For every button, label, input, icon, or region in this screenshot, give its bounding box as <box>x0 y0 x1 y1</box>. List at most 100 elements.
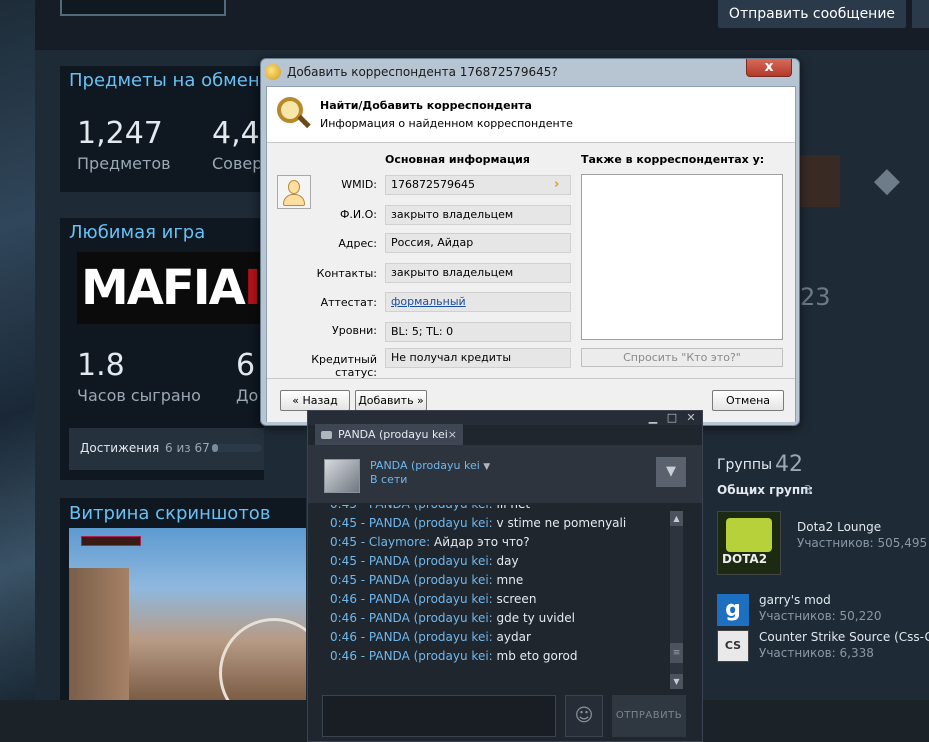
credit-status-label: Кредитный статус: <box>311 353 377 379</box>
chat-message: 0:46 - PANDA (prodayu kei: gde ty uvidel <box>330 611 575 625</box>
magnifier-person-icon <box>277 97 311 133</box>
wmid-label: WMID: <box>341 178 377 191</box>
common-groups-label: Общих групп: <box>717 483 814 497</box>
game-banner-text: MAFIA <box>81 260 246 316</box>
levels-field: BL: 5; TL: 0 <box>385 322 571 342</box>
friend-name[interactable]: PANDA (prodayu kei ▼ <box>370 459 490 472</box>
game-second-label: До <box>236 386 259 405</box>
chat-message-input[interactable] <box>322 695 556 737</box>
chat-tab[interactable]: PANDA (prodayu kei × <box>315 424 463 445</box>
dialog-body: Найти/Добавить корреспондента Информация… <box>266 86 796 422</box>
back-button[interactable]: « Назад <box>280 390 350 411</box>
group-members-dota2: Участников: 505,495 <box>797 536 928 550</box>
chat-message-sender: 0:45 - PANDA (prodayu kei: <box>330 516 493 530</box>
second-label: Совер <box>212 154 263 173</box>
group-logo-gmod[interactable]: g <box>717 594 749 626</box>
maximize-icon[interactable]: □ <box>665 411 679 425</box>
cancel-button[interactable]: Отмена <box>712 390 784 411</box>
friend-name-text: PANDA (prodayu kei <box>370 459 480 472</box>
group-members-gmod: Участников: 50,220 <box>759 609 882 623</box>
chat-message-sender: 0:45 - PANDA (prodayu kei: <box>330 505 493 511</box>
ask-who-is-this-button[interactable]: Спросить "Кто это?" <box>581 348 783 367</box>
groups-title[interactable]: Группы <box>717 457 772 473</box>
fio-field: закрыто владельцем <box>385 205 571 225</box>
favorite-game-title: Любимая игра <box>69 222 206 243</box>
main-info-heading: Основная информация <box>385 153 530 166</box>
webmoney-icon <box>265 64 281 80</box>
chat-message: 0:46 - PANDA (prodayu kei: aydar <box>330 630 531 644</box>
hours-label: Часов сыграно <box>77 386 201 405</box>
scroll-up-icon[interactable]: ▲ <box>670 511 683 526</box>
attestat-link[interactable]: формальный <box>391 295 466 308</box>
friend-avatar[interactable] <box>324 459 360 493</box>
chat-message: 0:45 - PANDA (prodayu kei: mne <box>330 573 523 587</box>
emoticon-icon[interactable]: ☺ <box>565 695 603 737</box>
trade-items-title[interactable]: Предметы на обмен <box>69 70 260 91</box>
add-correspondent-dialog: Добавить корреспондента 176872579645? x … <box>260 58 800 426</box>
chat-message-text: v stime ne pomenyali <box>496 516 627 530</box>
add-button[interactable]: Добавить » <box>355 390 427 411</box>
wmid-field[interactable]: 176872579645 › <box>385 175 571 195</box>
chat-message-sender: 0:45 - PANDA (prodayu kei: <box>330 554 493 568</box>
chat-message-sender: 0:46 - PANDA (prodayu kei: <box>330 611 493 625</box>
emblem-icon[interactable]: ◆ <box>862 160 912 200</box>
scroll-down-icon[interactable]: ▼ <box>670 674 683 689</box>
screenshot-image[interactable] <box>69 528 306 700</box>
chat-message-text: day <box>496 554 519 568</box>
chat-scrollbar[interactable]: ▲ ≡ ▼ <box>670 511 683 689</box>
minimize-icon[interactable]: ▁ <box>646 411 660 425</box>
chat-message-log[interactable]: 0:45 - PANDA (prodayu kei: ili net0:45 -… <box>322 505 666 691</box>
friend-menu-chevron-down-icon[interactable]: ▼ <box>483 462 490 472</box>
common-groups-count: 3 <box>804 483 812 497</box>
chat-message-text: gde ty uvidel <box>496 611 575 625</box>
chat-message: 0:45 - Claymore: Айдар это что? <box>330 535 530 549</box>
profile-avatar[interactable] <box>60 0 226 16</box>
also-in-contacts-list[interactable] <box>581 174 783 340</box>
group-logo-dota2[interactable]: DOTA2 <box>717 511 781 575</box>
group-name-dota2[interactable]: Dota2 Lounge <box>797 520 881 534</box>
chat-message-text: screen <box>496 592 537 606</box>
groups-count: 42 <box>775 452 803 477</box>
game-banner[interactable]: MAFIAII <box>77 252 263 324</box>
chat-message: 0:45 - PANDA (prodayu kei: v stime ne po… <box>330 516 626 530</box>
screenshot-building <box>69 568 129 700</box>
dota2-shield-icon <box>726 518 772 552</box>
also-in-contacts-heading: Также в корреспондентах у: <box>581 153 765 166</box>
send-button[interactable]: ОТПРАВИТЬ <box>612 695 686 737</box>
chat-tab-label: PANDA (prodayu kei <box>338 428 448 441</box>
arrow-right-icon[interactable]: › <box>554 178 566 192</box>
chat-options-chevron-down-icon[interactable]: ▼ <box>656 457 686 487</box>
dialog-titlebar[interactable]: Добавить корреспондента 176872579645? x <box>261 59 799 85</box>
attestat-field: формальный <box>385 292 571 312</box>
items-label: Предметов <box>77 154 171 173</box>
badge-icon[interactable] <box>798 155 840 207</box>
chat-message-text: mb eto gorod <box>496 649 578 663</box>
chat-message-sender: 0:46 - PANDA (prodayu kei: <box>330 592 493 606</box>
chat-message-sender: 0:46 - PANDA (prodayu kei: <box>330 649 493 663</box>
game-second-count: 6 <box>236 348 256 383</box>
achievements-progress-fill <box>212 444 218 452</box>
group-logo-css[interactable]: CS <box>717 630 749 662</box>
scroll-thumb[interactable]: ≡ <box>670 643 683 663</box>
chat-tab-close-icon[interactable]: × <box>448 424 457 445</box>
chat-message-sender: 0:45 - PANDA (prodayu kei: <box>330 573 493 587</box>
group-name-gmod[interactable]: garry's mod <box>759 593 831 607</box>
send-message-button[interactable]: Отправить сообщение <box>718 0 906 28</box>
chat-titlebar[interactable]: ▁ □ ✕ <box>308 411 702 425</box>
address-field: Россия, Айдар <box>385 233 571 253</box>
wmid-value: 176872579645 <box>391 178 475 191</box>
hours-count: 1.8 <box>77 348 125 383</box>
dota2-logo-text: DOTA2 <box>722 552 768 566</box>
screenshots-title: Витрина скриншотов <box>69 503 271 524</box>
levels-label: Уровни: <box>332 324 377 337</box>
close-icon[interactable]: ✕ <box>684 411 698 425</box>
friend-status: В сети <box>370 473 408 486</box>
chat-bubble-icon <box>321 431 332 439</box>
more-button[interactable] <box>912 0 929 28</box>
dialog-close-button[interactable]: x <box>746 59 792 77</box>
chat-friend-header: PANDA (prodayu kei ▼ В сети ▼ <box>308 445 702 503</box>
screenshot-health-bar <box>81 536 141 546</box>
chat-message-text: Айдар это что? <box>434 535 530 549</box>
level-number: 23 <box>800 283 831 311</box>
group-name-css[interactable]: Counter Strike Source (Css-G <box>759 630 929 644</box>
